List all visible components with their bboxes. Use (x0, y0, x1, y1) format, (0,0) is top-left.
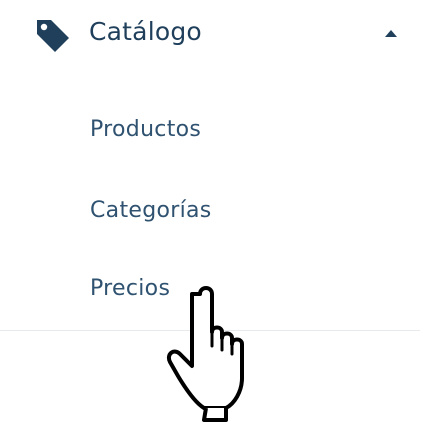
catalog-menu-label: Catálogo (89, 17, 202, 46)
menu-item-label: Categorías (90, 198, 212, 223)
menu-item-categorias[interactable]: Categorías (76, 184, 416, 240)
catalog-menu-header[interactable]: Catálogo (0, 0, 436, 66)
chevron-up-icon[interactable] (384, 27, 398, 39)
menu-item-label: Productos (90, 117, 202, 142)
hand-pointer-cursor-icon (167, 286, 244, 422)
tag-icon (37, 20, 69, 52)
menu-item-label: Precios (90, 276, 171, 301)
menu-item-productos[interactable]: Productos (76, 103, 416, 159)
catalog-menu: Catálogo Productos Categorías Precios (0, 0, 436, 432)
